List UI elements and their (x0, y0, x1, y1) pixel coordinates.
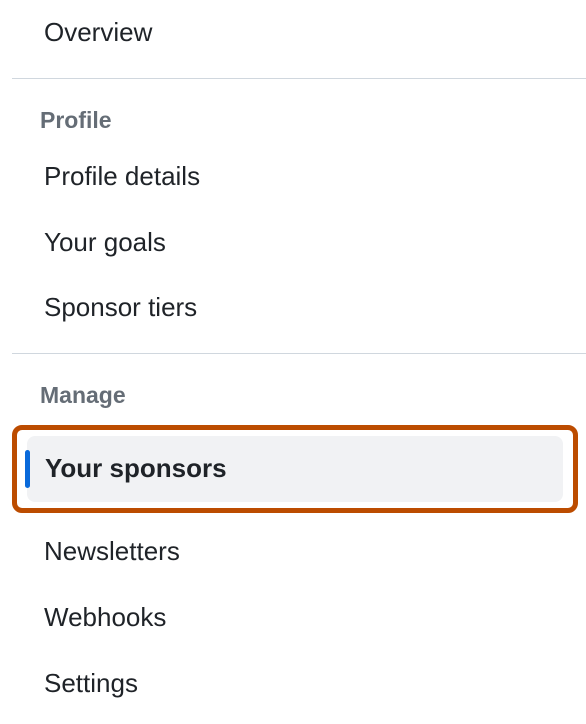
sidebar-item-label: Settings (44, 668, 138, 698)
sidebar-item-label: Your goals (44, 227, 166, 257)
sidebar-item-profile-details[interactable]: Profile details (0, 144, 586, 210)
sidebar-item-label: Newsletters (44, 536, 180, 566)
sidebar-item-overview[interactable]: Overview (0, 0, 586, 66)
section-header-profile: Profile (0, 79, 586, 144)
sidebar-item-label: Your sponsors (45, 453, 227, 483)
sidebar-item-settings[interactable]: Settings (0, 651, 586, 717)
sidebar-item-label: Webhooks (44, 602, 166, 632)
sidebar: Overview Profile Profile details Your go… (0, 0, 586, 716)
sidebar-item-label: Sponsor tiers (44, 292, 197, 322)
sidebar-item-your-goals[interactable]: Your goals (0, 210, 586, 276)
sidebar-item-newsletters[interactable]: Newsletters (0, 519, 586, 585)
sidebar-item-label: Profile details (44, 161, 200, 191)
sidebar-item-label: Overview (44, 17, 152, 47)
sidebar-item-your-sponsors[interactable]: Your sponsors (27, 436, 563, 502)
active-indicator (25, 450, 30, 488)
sidebar-item-webhooks[interactable]: Webhooks (0, 585, 586, 651)
sidebar-item-sponsor-tiers[interactable]: Sponsor tiers (0, 275, 586, 341)
section-header-manage: Manage (0, 354, 586, 419)
highlight-annotation: Your sponsors (12, 425, 578, 513)
